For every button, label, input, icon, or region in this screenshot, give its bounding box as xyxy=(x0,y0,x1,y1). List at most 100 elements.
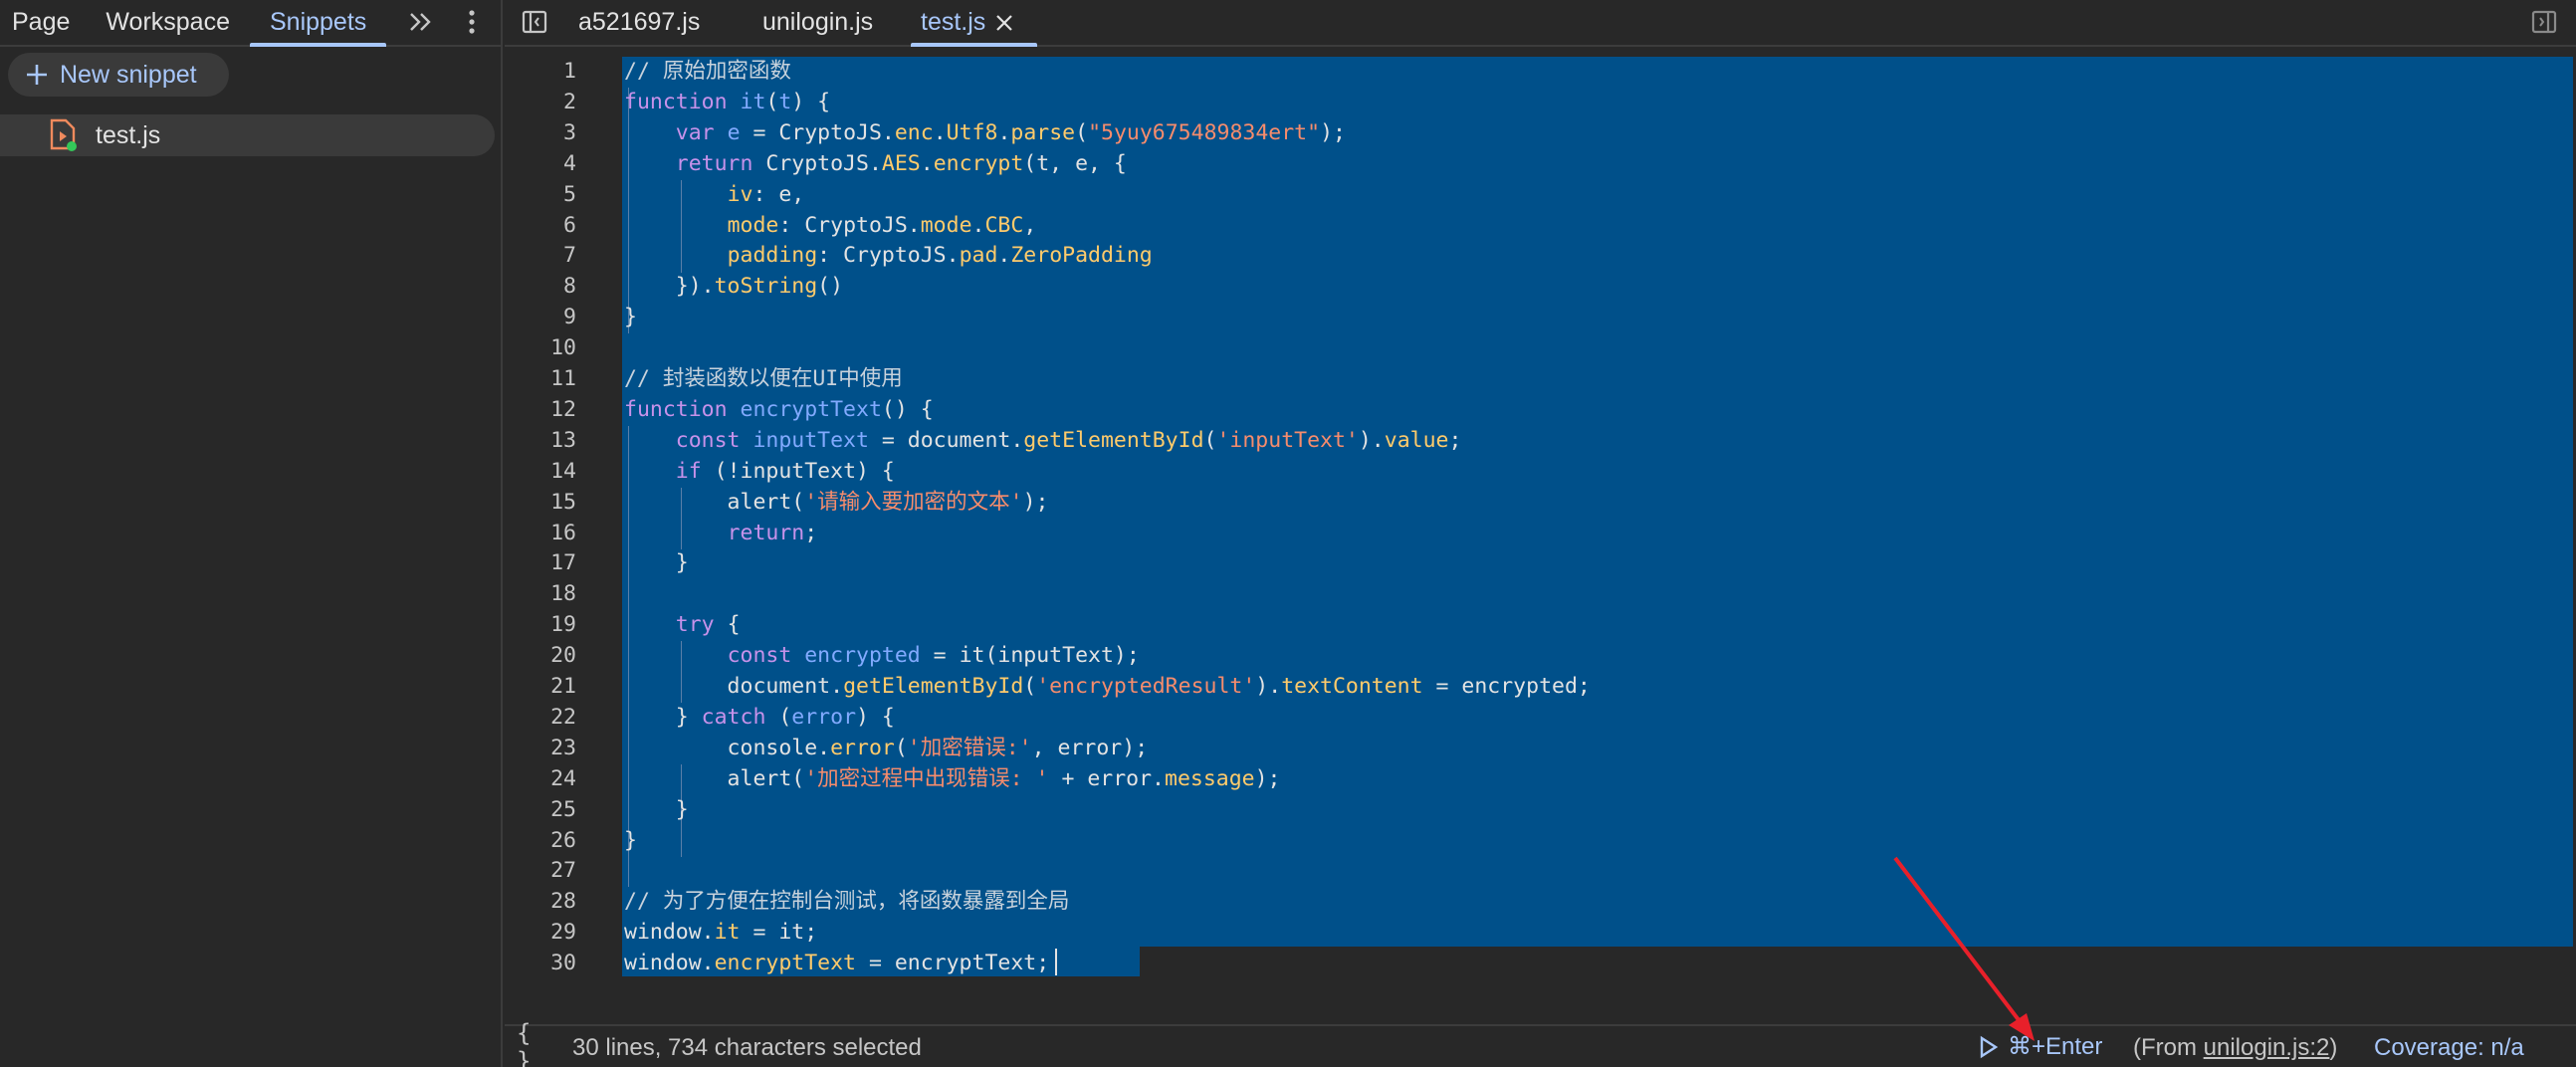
line-number[interactable]: 10 xyxy=(505,333,576,364)
selection-info: 30 lines, 734 characters selected xyxy=(572,1034,922,1061)
line-number[interactable]: 17 xyxy=(505,548,576,579)
snippet-item-test-js[interactable]: test.js xyxy=(0,114,495,156)
code-token: ). xyxy=(1358,427,1385,453)
code-line: 3 var e = CryptoJS.enc.Utf8.parse("5yuy6… xyxy=(505,118,2576,149)
line-number[interactable]: 15 xyxy=(505,488,576,519)
code-text: window.it = it; xyxy=(624,918,817,949)
line-number[interactable]: 21 xyxy=(505,672,576,703)
code-token: '加密过程中出现错误: ' xyxy=(804,765,1049,791)
tab-test-js-label: test.js xyxy=(921,8,986,36)
line-number[interactable]: 30 xyxy=(505,949,576,979)
line-number[interactable]: 11 xyxy=(505,364,576,395)
code-line: 14 if (!inputText) { xyxy=(505,457,2576,488)
code-token: . xyxy=(971,212,985,238)
snippet-label: test.js xyxy=(96,120,161,149)
source-origin-suffix: ) xyxy=(2329,1034,2338,1061)
code-text: return; xyxy=(624,519,818,549)
code-token: padding xyxy=(727,243,818,269)
line-number[interactable]: 1 xyxy=(505,57,576,88)
line-number[interactable]: 4 xyxy=(505,149,576,180)
line-number[interactable]: 26 xyxy=(505,826,576,857)
code-token: 'encryptedResult' xyxy=(1036,674,1256,699)
tab-workspace[interactable]: Workspace xyxy=(94,0,250,45)
line-number[interactable]: 3 xyxy=(505,118,576,149)
code-token: ZeroPadding xyxy=(1010,243,1153,269)
line-number[interactable]: 7 xyxy=(505,241,576,272)
code-line: 19 try { xyxy=(505,610,2576,641)
line-number[interactable]: 23 xyxy=(505,734,576,764)
code-token: alert( xyxy=(624,765,805,791)
line-number[interactable]: 19 xyxy=(505,610,576,641)
code-text: } catch (error) { xyxy=(624,703,895,734)
tab-unilogin-js[interactable]: unilogin.js xyxy=(762,0,873,45)
pretty-print-braces-icon[interactable]: { } xyxy=(517,1019,552,1067)
close-icon[interactable] xyxy=(993,12,1015,34)
toggle-debugger-icon[interactable] xyxy=(2528,6,2560,38)
line-number[interactable]: 9 xyxy=(505,303,576,333)
code-token: : CryptoJS. xyxy=(778,212,921,238)
code-text: } xyxy=(624,548,689,579)
new-snippet-button[interactable]: New snippet xyxy=(8,53,229,97)
tab-snippets[interactable]: Snippets xyxy=(249,0,387,47)
code-token: it xyxy=(714,920,741,946)
source-origin-link[interactable]: unilogin.js:2 xyxy=(2204,1034,2330,1061)
line-number[interactable]: 12 xyxy=(505,395,576,426)
code-token: // 原始加密函数 xyxy=(624,59,791,84)
code-line: 23 console.error('加密错误:', error); xyxy=(505,734,2576,764)
code-token: if xyxy=(675,458,715,484)
tab-a521697-js[interactable]: a521697.js xyxy=(578,0,700,45)
line-number[interactable]: 6 xyxy=(505,211,576,242)
line-number[interactable]: 13 xyxy=(505,426,576,457)
more-options-kebab-icon[interactable] xyxy=(454,4,490,40)
code-line: 27 xyxy=(505,856,2576,887)
line-number[interactable]: 29 xyxy=(505,918,576,949)
code-text: // 封装函数以便在UI中使用 xyxy=(624,364,903,395)
code-token: return xyxy=(727,520,805,545)
editor-tabbar: a521697.js unilogin.js test.js xyxy=(505,0,2576,47)
line-number[interactable]: 16 xyxy=(505,519,576,549)
coverage-status[interactable]: Coverage: n/a xyxy=(2374,1034,2524,1062)
more-tabs-chevron-icon[interactable] xyxy=(403,4,439,40)
line-number[interactable]: 28 xyxy=(505,887,576,918)
code-token: : CryptoJS. xyxy=(817,243,960,269)
line-number[interactable]: 18 xyxy=(505,579,576,610)
line-number[interactable]: 25 xyxy=(505,795,576,826)
toggle-navigator-icon[interactable] xyxy=(519,6,550,38)
line-number[interactable]: 14 xyxy=(505,457,576,488)
line-number[interactable]: 8 xyxy=(505,272,576,303)
text-cursor xyxy=(1055,949,1057,975)
code-text: const inputText = document.getElementByI… xyxy=(624,426,1462,457)
line-number[interactable]: 2 xyxy=(505,88,576,118)
code-token: ( xyxy=(1075,119,1089,145)
tab-page[interactable]: Page xyxy=(0,0,94,45)
code-token: ( xyxy=(1203,427,1217,453)
code-text: try { xyxy=(624,610,741,641)
code-token: AES xyxy=(881,150,921,176)
line-number[interactable]: 27 xyxy=(505,856,576,887)
code-text: document.getElementById('encryptedResult… xyxy=(624,672,1591,703)
code-token: inputText xyxy=(752,427,869,453)
run-snippet-button[interactable]: ⌘+Enter xyxy=(1978,1032,2102,1061)
code-text: } xyxy=(624,795,689,826)
tab-test-js[interactable]: test.js xyxy=(910,0,1038,47)
code-text: console.error('加密错误:', error); xyxy=(624,734,1149,764)
code-token: ; xyxy=(804,520,818,545)
plus-icon xyxy=(27,65,47,85)
code-editor[interactable]: 1// 原始加密函数 2 function it(t) {3 var e = Cry… xyxy=(505,49,2576,1022)
code-token: Utf8 xyxy=(946,119,998,145)
line-number[interactable]: 22 xyxy=(505,703,576,734)
line-number[interactable]: 20 xyxy=(505,641,576,672)
line-number[interactable]: 24 xyxy=(505,764,576,795)
code-line: 10 xyxy=(505,333,2576,364)
code-token: () { xyxy=(881,396,934,422)
code-line: 26} xyxy=(505,826,2576,857)
code-token: getElementById xyxy=(843,674,1024,699)
code-token: message xyxy=(1165,765,1255,791)
line-number[interactable]: 5 xyxy=(505,180,576,211)
code-token: textContent xyxy=(1281,674,1423,699)
code-token: , error); xyxy=(1031,735,1149,760)
code-token: = CryptoJS. xyxy=(740,119,895,145)
